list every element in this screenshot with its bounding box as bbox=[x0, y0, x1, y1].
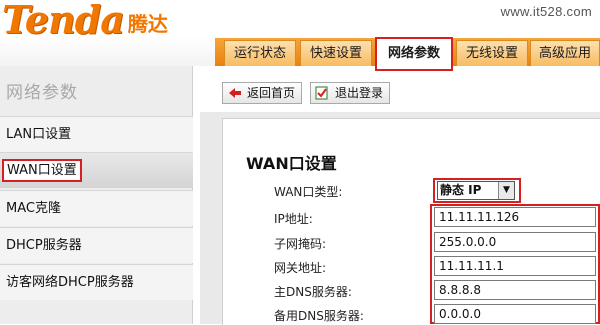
sidebar-item-label: DHCP服务器 bbox=[6, 238, 82, 253]
sidebar-item-label: MAC克隆 bbox=[6, 201, 61, 216]
sidebar-item-mac-clone[interactable]: MAC克隆 bbox=[0, 190, 193, 226]
sidebar-item-lan[interactable]: LAN口设置 bbox=[0, 116, 193, 152]
sidebar-item-dhcp[interactable]: DHCP服务器 bbox=[0, 227, 193, 263]
tab-quick-setup[interactable]: 快速设置 bbox=[300, 40, 372, 66]
sidebar-item-label: LAN口设置 bbox=[6, 127, 72, 142]
subnet-mask-label: 子网掩码: bbox=[274, 237, 327, 251]
logout-icon bbox=[315, 86, 331, 100]
section-title: WAN口设置 bbox=[246, 154, 337, 173]
secondary-dns-field[interactable]: 0.0.0.0 bbox=[434, 304, 596, 324]
primary-dns-field[interactable]: 8.8.8.8 bbox=[434, 280, 596, 300]
sidebar-item-wan[interactable]: WAN口设置 bbox=[0, 152, 193, 188]
gateway-field[interactable]: 11.11.11.1 bbox=[434, 256, 596, 276]
tab-network-params[interactable]: 网络参数 bbox=[375, 37, 453, 71]
chevron-down-icon[interactable]: ▼ bbox=[498, 182, 514, 199]
sidebar-item-label: 访客网络DHCP服务器 bbox=[6, 275, 134, 290]
logout-label: 退出登录 bbox=[335, 86, 384, 100]
watermark: www.it528.com bbox=[500, 4, 592, 19]
ip-address-label: IP地址: bbox=[274, 212, 313, 226]
tenda-logo: Tenda 腾达 bbox=[2, 0, 168, 42]
gateway-label: 网关地址: bbox=[274, 261, 327, 275]
sidebar-item-label: WAN口设置 bbox=[2, 159, 82, 182]
wan-type-label: WAN口类型: bbox=[274, 185, 343, 199]
wan-type-select[interactable]: 静态 IP ▼ bbox=[437, 181, 515, 200]
back-home-icon bbox=[227, 86, 243, 100]
ip-address-field[interactable]: 11.11.11.126 bbox=[434, 207, 596, 227]
tab-status[interactable]: 运行状态 bbox=[224, 40, 296, 66]
back-home-label: 返回首页 bbox=[247, 86, 296, 100]
tab-wireless[interactable]: 无线设置 bbox=[456, 40, 528, 66]
subnet-mask-field[interactable]: 255.0.0.0 bbox=[434, 232, 596, 252]
primary-dns-label: 主DNS服务器: bbox=[274, 285, 352, 299]
logo-chinese: 腾达 bbox=[127, 12, 168, 36]
back-home-button[interactable]: 返回首页 bbox=[222, 82, 303, 104]
secondary-dns-label: 备用DNS服务器: bbox=[274, 309, 364, 323]
wan-type-value: 静态 IP bbox=[440, 183, 482, 197]
logo-word: Tenda bbox=[2, 0, 125, 42]
logout-button[interactable]: 退出登录 bbox=[310, 82, 391, 104]
tab-advanced[interactable]: 高级应用 bbox=[530, 40, 600, 66]
sidebar-item-guest-dhcp[interactable]: 访客网络DHCP服务器 bbox=[0, 264, 193, 300]
sidebar-title: 网络参数 bbox=[6, 83, 78, 103]
